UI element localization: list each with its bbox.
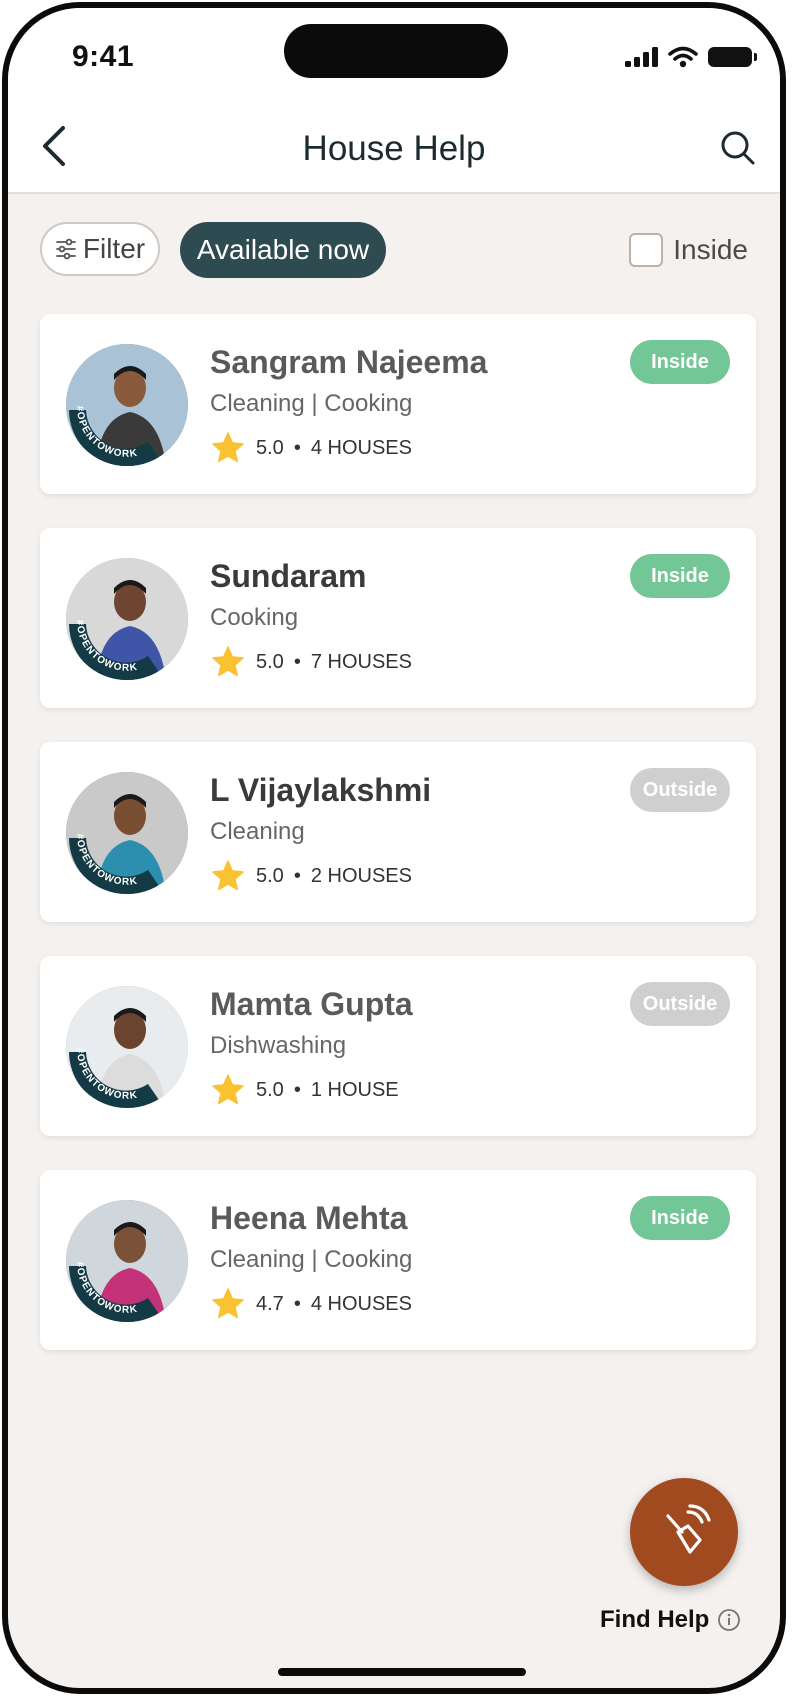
- status-time: 9:41: [72, 40, 135, 73]
- helper-name: Sangram Najeema: [210, 344, 488, 380]
- helper-name: Heena Mehta: [210, 1200, 408, 1236]
- filter-bar: Filter Available now Inside: [40, 222, 748, 280]
- houses-count: 7 HOUSES: [310, 650, 412, 673]
- status-badge: Outside: [630, 982, 730, 1026]
- helper-name: Sundaram: [210, 558, 367, 594]
- helper-card[interactable]: #OPENTOWORK L Vijaylakshmi Cleaning 5.0 …: [40, 742, 756, 922]
- rating-separator: •: [293, 1292, 301, 1315]
- info-icon[interactable]: [717, 1608, 741, 1632]
- inside-toggle[interactable]: Inside: [629, 230, 748, 270]
- battery-icon: [708, 47, 757, 67]
- star-icon: [212, 1288, 244, 1319]
- status-icons: [625, 46, 757, 68]
- helper-skills: Cleaning | Cooking: [210, 1246, 413, 1273]
- avatar: #OPENTOWORK: [66, 344, 188, 466]
- avatar: #OPENTOWORK: [66, 772, 188, 894]
- status-badge: Inside: [630, 340, 730, 384]
- page-title: House Help: [302, 129, 486, 168]
- broom-icon: [666, 1504, 711, 1554]
- helper-rating-row: 4.7 • 4 HOUSES: [210, 1286, 412, 1322]
- rating-separator: •: [293, 1078, 301, 1101]
- dynamic-island: [284, 24, 508, 78]
- inside-checkbox[interactable]: [629, 233, 664, 267]
- find-help-label: Find Help: [600, 1606, 710, 1633]
- star-icon: [212, 1074, 244, 1105]
- filter-label: Filter: [82, 233, 146, 264]
- rating-separator: •: [293, 436, 301, 459]
- helper-rating-row: 5.0 • 2 HOUSES: [210, 858, 412, 894]
- helper-skills: Dishwashing: [210, 1032, 347, 1059]
- available-now-chip[interactable]: Available now: [180, 222, 386, 278]
- star-icon: [212, 860, 244, 891]
- phone-screen: 9:41 House Help Filter Available now Ins…: [2, 2, 786, 1694]
- rating-separator: •: [293, 864, 301, 887]
- filter-button[interactable]: Filter: [40, 222, 160, 276]
- avatar: #OPENTOWORK: [66, 986, 188, 1108]
- star-icon: [212, 646, 244, 677]
- houses-count: 1 HOUSE: [310, 1078, 399, 1101]
- rating-value: 5.0: [256, 1078, 284, 1101]
- status-badge: Outside: [630, 768, 730, 812]
- search-icon: [721, 131, 755, 165]
- inside-checkbox-label: Inside: [673, 234, 748, 265]
- helper-skills: Cleaning: [210, 818, 305, 845]
- helper-card[interactable]: #OPENTOWORK Mamta Gupta Dishwashing 5.0 …: [40, 956, 756, 1136]
- cellular-signal-icon: [625, 47, 658, 67]
- avatar: #OPENTOWORK: [66, 558, 188, 680]
- find-help-label-row: Find Help: [600, 1602, 741, 1638]
- rating-separator: •: [293, 650, 301, 673]
- helper-card[interactable]: #OPENTOWORK Sundaram Cooking 5.0 • 7 HOU…: [40, 528, 756, 708]
- rating-value: 5.0: [256, 864, 284, 887]
- helper-rating-row: 5.0 • 1 HOUSE: [210, 1072, 399, 1108]
- status-badge: Inside: [630, 1196, 730, 1240]
- search-button[interactable]: [716, 126, 760, 170]
- avatar: #OPENTOWORK: [66, 1200, 188, 1322]
- houses-count: 2 HOUSES: [310, 864, 412, 887]
- helper-name: Mamta Gupta: [210, 986, 413, 1022]
- houses-count: 4 HOUSES: [310, 436, 412, 459]
- helper-skills: Cooking: [210, 604, 299, 631]
- helper-name: L Vijaylakshmi: [210, 772, 432, 808]
- wifi-icon: [668, 46, 698, 68]
- rating-value: 5.0: [256, 436, 284, 459]
- helper-skills: Cleaning | Cooking: [210, 390, 413, 417]
- rating-value: 5.0: [256, 650, 284, 673]
- home-indicator: [278, 1668, 526, 1676]
- helper-rating-row: 5.0 • 4 HOUSES: [210, 430, 412, 466]
- helper-card[interactable]: #OPENTOWORK Sangram Najeema Cleaning | C…: [40, 314, 756, 494]
- helper-card[interactable]: #OPENTOWORK Heena Mehta Cleaning | Cooki…: [40, 1170, 756, 1350]
- star-icon: [212, 432, 244, 463]
- find-help-button[interactable]: [630, 1478, 738, 1586]
- sliders-icon: [55, 238, 76, 260]
- helper-rating-row: 5.0 • 7 HOUSES: [210, 644, 412, 680]
- app-header: 9:41 House Help: [8, 8, 780, 194]
- houses-count: 4 HOUSES: [310, 1292, 412, 1315]
- status-badge: Inside: [630, 554, 730, 598]
- rating-value: 4.7: [256, 1292, 284, 1315]
